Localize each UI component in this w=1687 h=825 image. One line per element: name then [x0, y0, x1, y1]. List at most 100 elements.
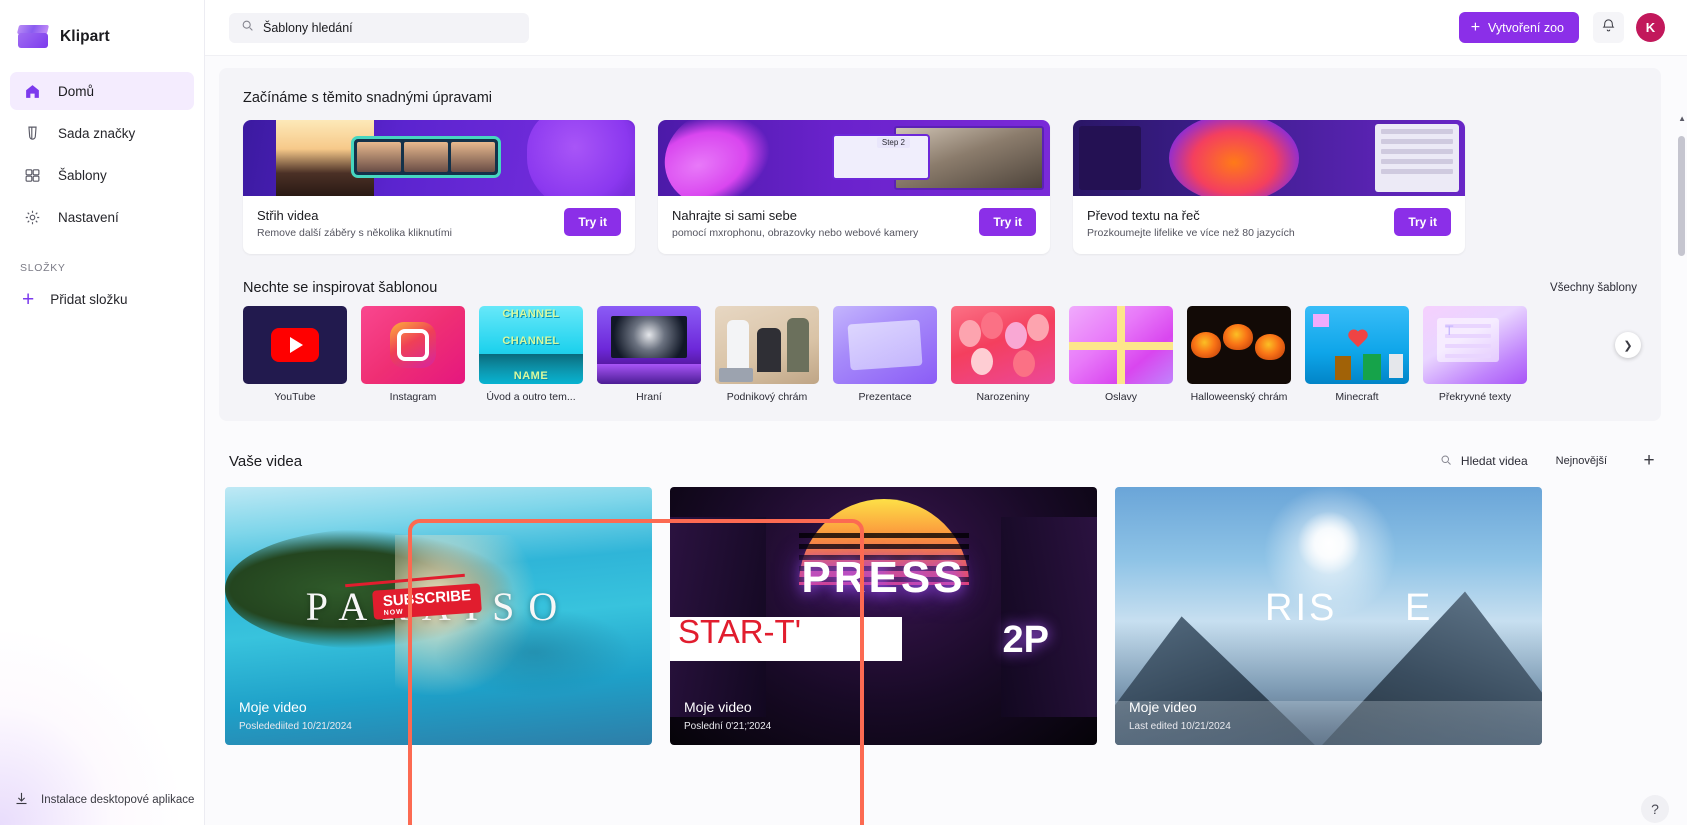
video-search-placeholder: Hledat videa — [1460, 454, 1528, 469]
try-it-button-record-yourself[interactable]: Try it — [979, 208, 1036, 236]
templates-header: Nechte se inspirovat šablonou Všechny ša… — [243, 280, 1637, 296]
all-templates-link[interactable]: Všechny šablony — [1550, 282, 1637, 294]
video-title: Moje video — [1129, 699, 1197, 716]
try-it-button-text-to-speech[interactable]: Try it — [1394, 208, 1451, 236]
template-card-instagram[interactable]: Instagram — [361, 306, 465, 403]
create-video-label: Vytvoření zoo — [1488, 20, 1564, 35]
template-label: Hraní — [636, 391, 662, 404]
starter-thumb-text-to-speech — [1073, 120, 1465, 196]
app-brand: Klipart — [0, 0, 204, 56]
install-desktop-app-label: Instalace desktopové aplikace — [41, 794, 195, 806]
sidebar-item-settings[interactable]: Nastavení — [10, 198, 194, 236]
template-thumb-minecraft — [1305, 306, 1409, 385]
template-label: Halloweenský chrám — [1190, 391, 1288, 404]
sidebar-item-templates-label: Šablony — [58, 167, 107, 183]
template-card-celebrations[interactable]: Oslavy — [1069, 306, 1173, 403]
video-title: Moje video — [684, 699, 752, 716]
channel-line-2: CHANNEL — [502, 335, 560, 348]
gear-icon — [22, 207, 42, 227]
sidebar-item-settings-label: Nastavení — [58, 209, 119, 225]
templates-next-button[interactable]: ❯ — [1615, 332, 1641, 359]
help-button[interactable]: ? — [1641, 795, 1669, 823]
search-input[interactable]: Šablony hledání — [229, 12, 529, 43]
template-card-intro-outro[interactable]: CHANNEL CHANNEL NAME Úvod a outro tem... — [479, 306, 583, 403]
videos-grid: PARAISO SUBSCRIBE NOW Moje video Poslede… — [219, 487, 1673, 746]
instagram-icon — [390, 322, 436, 369]
your-videos-section: Vaše videa Hledat videa Nejnovější + SUB… — [205, 441, 1673, 746]
starter-title: Převod textu na řeč — [1087, 208, 1200, 223]
avatar[interactable]: K — [1636, 13, 1665, 42]
brand-kit-icon — [22, 123, 42, 143]
download-icon — [14, 791, 29, 809]
channel-line-1: CHANNEL — [502, 308, 560, 321]
video-title: Moje video — [239, 699, 307, 716]
video-overlay-text: RIS — [1265, 587, 1338, 630]
try-it-button-video-trim[interactable]: Try it — [564, 208, 621, 236]
template-card-halloween[interactable]: Halloweenský chrám — [1187, 306, 1291, 403]
sidebar-nav: Domů Sada značky Šablony Nastavení — [0, 72, 204, 236]
template-thumb-gaming — [597, 306, 701, 385]
video-card-rise[interactable]: RIS E Moje video Last edited 10/21/2024 — [1115, 487, 1542, 746]
your-videos-header: Vaše videa Hledat videa Nejnovější + — [219, 441, 1673, 481]
avatar-initial: K — [1645, 20, 1656, 35]
sidebar-item-brand-kit[interactable]: Sada značky — [10, 114, 194, 152]
sidebar: Klipart Domů Sada značky Šablony Nastave… — [0, 0, 205, 825]
video-overlay-text-3: 2P — [1002, 619, 1049, 662]
scrollbar-thumb[interactable] — [1678, 136, 1685, 256]
video-subtitle: Last edited 10/21/2024 — [1129, 721, 1231, 733]
starter-subtitle: pomocí mxrophonu, obrazovky nebo webové … — [672, 227, 919, 239]
starter-thumb-video-trim — [243, 120, 635, 196]
notifications-button[interactable] — [1593, 12, 1624, 43]
starter-subtitle: Prozkoumejte lifelike ve více než 80 jaz… — [1087, 227, 1295, 239]
install-desktop-app-link[interactable]: Instalace desktopové aplikace — [14, 791, 194, 809]
search-input-value: Šablony hledání — [263, 20, 353, 35]
scroll-up-arrow-icon[interactable]: ▲ — [1678, 114, 1686, 123]
template-label: Minecraft — [1335, 391, 1379, 404]
add-video-button[interactable]: + — [1635, 447, 1663, 475]
templates-heading: Nechte se inspirovat šablonou — [243, 280, 438, 297]
template-label: Narozeniny — [976, 391, 1030, 404]
template-card-birthday[interactable]: Narozeniny — [951, 306, 1055, 403]
channel-line-4: NAME — [513, 370, 549, 383]
template-card-minecraft[interactable]: Minecraft — [1305, 306, 1409, 403]
template-card-presentation[interactable]: Prezentace — [833, 306, 937, 403]
template-card-text-overlays[interactable]: T Překryvné texty — [1423, 306, 1527, 403]
template-card-youtube[interactable]: YouTube — [243, 306, 347, 403]
video-subtitle: Poslední 0'21;'2024 — [684, 721, 772, 733]
video-search-input[interactable]: Hledat videa — [1440, 454, 1528, 469]
video-overlay-text-2: E — [1405, 587, 1431, 630]
youtube-play-icon — [271, 328, 319, 363]
starter-card-text-to-speech[interactable]: Převod textu na řeč Prozkoumejte lifelik… — [1073, 120, 1465, 255]
template-card-business[interactable]: Podnikový chrám — [715, 306, 819, 403]
sidebar-item-home[interactable]: Domů — [10, 72, 194, 110]
video-sort-dropdown[interactable]: Nejnovější — [1556, 455, 1607, 467]
create-video-button[interactable]: + Vytvoření zoo — [1458, 12, 1579, 43]
template-label: Instagram — [389, 391, 437, 404]
template-card-gaming[interactable]: Hraní — [597, 306, 701, 403]
text-tool-icon: T — [1445, 322, 1454, 339]
sidebar-item-home-label: Domů — [58, 83, 95, 99]
main-area: Šablony hledání + Vytvoření zoo K Začíná… — [205, 0, 1687, 825]
app-name: Klipart — [60, 28, 110, 45]
video-card-press-start[interactable]: PRESS 2P STAR-T' Moje video Poslední 0'2… — [670, 487, 1097, 746]
starter-title: Střih videa — [257, 208, 319, 223]
video-card-paraiso[interactable]: PARAISO SUBSCRIBE NOW Moje video Poslede… — [225, 487, 652, 746]
starter-card-video-trim[interactable]: Střih videa Remove další záběry s několi… — [243, 120, 635, 255]
plus-icon: + — [22, 287, 35, 311]
template-label: YouTube — [274, 391, 316, 404]
add-folder-button[interactable]: + Přidat složku — [0, 280, 204, 318]
folders-section-label: SLOŽKY — [20, 262, 66, 274]
sidebar-item-templates[interactable]: Šablony — [10, 156, 194, 194]
chevron-right-icon: ❯ — [1623, 339, 1633, 352]
template-label: Překryvné texty — [1438, 391, 1512, 404]
app-root: Klipart Domů Sada značky Šablony Nastave… — [0, 0, 1687, 825]
search-icon — [1440, 454, 1452, 469]
vertical-scrollbar[interactable]: ▲ ▼ — [1675, 114, 1687, 825]
template-thumb-youtube — [243, 306, 347, 385]
starter-card-record-yourself[interactable]: Step 2 Nahrajte si sami sebe pomocí mxro… — [658, 120, 1050, 255]
template-thumb-text-overlays: T — [1423, 306, 1527, 385]
template-label: Úvod a outro tem... — [486, 391, 576, 404]
topbar: Šablony hledání + Vytvoření zoo K — [205, 0, 1687, 56]
starter-cards: Střih videa Remove další záběry s několi… — [243, 120, 1637, 255]
plus-icon: + — [1470, 18, 1481, 36]
